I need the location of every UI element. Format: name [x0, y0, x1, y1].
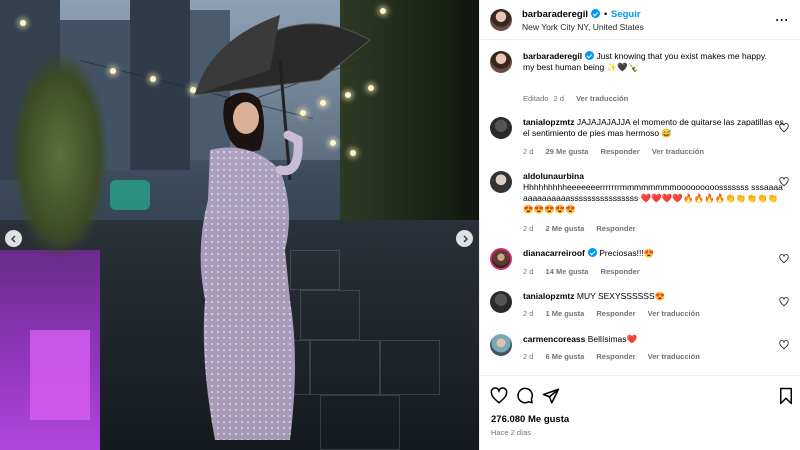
comment-time[interactable]: 2 d	[523, 267, 533, 276]
photo-planter	[30, 330, 90, 420]
photo-subject	[193, 15, 371, 440]
like-count[interactable]: 276.080 Me gusta	[491, 414, 569, 425]
comment-meta: 2 d 14 Me gusta Responder	[523, 267, 650, 276]
comment-body: dianacarreiroof Preciosas!!!😍	[523, 248, 785, 259]
caption-username[interactable]: barbaraderegil	[523, 51, 582, 61]
caption-time[interactable]: 2 d	[554, 94, 564, 103]
reply-button[interactable]: Responder	[601, 147, 640, 156]
avatar[interactable]	[490, 248, 512, 270]
comment-text: Bellísimas❤️	[587, 334, 638, 344]
reply-button[interactable]: Responder	[596, 309, 635, 318]
follow-button[interactable]: Seguir	[611, 9, 641, 20]
comment-likes[interactable]: 29 Me gusta	[546, 147, 589, 156]
photo-teal-light	[110, 180, 150, 210]
comment-body: aldolunaurbina Hhhhhhhhheeeeeeerrrrrrrmm…	[523, 171, 785, 215]
caption-meta: Editado 2 d Ver traducción	[523, 94, 638, 103]
comment-body: tanialopzmtz MUY SEXYSSSSSS😍	[523, 291, 785, 302]
heart-icon[interactable]	[490, 387, 508, 405]
heart-icon[interactable]	[779, 340, 789, 350]
more-icon[interactable]: ···	[776, 13, 790, 27]
comment-time[interactable]: 2 d	[523, 147, 533, 156]
avatar[interactable]	[490, 334, 512, 356]
comment-meta: 2 d 1 Me gusta Responder Ver traducción	[523, 309, 710, 318]
comment-username[interactable]: carmencoreass	[523, 334, 585, 344]
bookmark-icon[interactable]	[777, 387, 795, 405]
comment-icon[interactable]	[516, 387, 534, 405]
translate-link[interactable]: Ver traducción	[652, 147, 704, 156]
photo-light-bulb	[110, 68, 116, 74]
photo-light-bulb	[20, 20, 26, 26]
verified-icon	[591, 9, 600, 18]
comment-likes[interactable]: 14 Me gusta	[546, 267, 589, 276]
verified-icon	[587, 248, 597, 257]
comment-time[interactable]: 2 d	[523, 352, 533, 361]
comment-likes[interactable]: 2 Me gusta	[546, 224, 585, 233]
comment-body: tanialopzmtz JAJAJAJAJJA el momento de q…	[523, 117, 785, 139]
post-username[interactable]: barbaraderegil	[522, 9, 600, 20]
comment-meta: 2 d 6 Me gusta Responder Ver traducción	[523, 352, 710, 361]
heart-icon[interactable]	[779, 123, 789, 133]
separator-dot: •	[604, 9, 608, 20]
comment-time[interactable]: 2 d	[523, 224, 533, 233]
comment-text: Preciosas!!!😍	[599, 248, 655, 258]
comment-meta: 2 d 2 Me gusta Responder	[523, 224, 646, 233]
avatar[interactable]	[490, 171, 512, 193]
heart-icon[interactable]	[779, 177, 789, 187]
photo-tile	[380, 340, 440, 395]
reply-button[interactable]: Responder	[596, 352, 635, 361]
translate-link[interactable]: Ver traducción	[648, 309, 700, 318]
avatar[interactable]	[490, 117, 512, 139]
comment-text: Hhhhhhhhheeeeeeerrrrrrrmmmmmmmmooooooooo…	[523, 182, 783, 214]
comment-text: MUY SEXYSSSSSS😍	[576, 291, 666, 301]
comment-likes[interactable]: 6 Me gusta	[546, 352, 585, 361]
translate-link[interactable]: Ver traducción	[648, 352, 700, 361]
reply-button[interactable]: Responder	[601, 267, 640, 276]
heart-icon[interactable]	[779, 297, 789, 307]
comment-username[interactable]: dianacarreiroof	[523, 248, 585, 258]
comment-username[interactable]: tanialopzmtz	[523, 117, 574, 127]
edited-label: Editado	[523, 94, 549, 103]
post-panel: barbaraderegil • Seguir New York City NY…	[479, 0, 800, 450]
post-photo[interactable]	[0, 0, 479, 450]
heart-icon[interactable]	[779, 254, 789, 264]
share-icon[interactable]	[542, 387, 560, 405]
username-text[interactable]: barbaraderegil	[522, 9, 588, 20]
comment-username[interactable]: tanialopzmtz	[523, 291, 574, 301]
avatar[interactable]	[490, 9, 512, 31]
comment-username[interactable]: aldolunaurbina	[523, 171, 584, 181]
post-date: Hace 2 días	[491, 428, 532, 437]
post-actions: 276.080 Me gusta Hace 2 días	[480, 375, 800, 450]
photo-light-bulb	[380, 8, 386, 14]
verified-icon	[585, 51, 595, 60]
caption-text-line2: my best human being ✨🖤🍾	[523, 62, 639, 72]
chevron-left-icon[interactable]	[5, 230, 22, 247]
avatar[interactable]	[490, 291, 512, 313]
comments-list[interactable]: barbaraderegil Just knowing that you exi…	[480, 40, 800, 375]
comment-body: carmencoreass Bellísimas❤️	[523, 334, 785, 345]
translate-link[interactable]: Ver traducción	[576, 94, 628, 103]
caption-text-line1: Just knowing that you exist makes me hap…	[596, 51, 767, 61]
comment-likes[interactable]: 1 Me gusta	[546, 309, 585, 318]
avatar[interactable]	[490, 51, 512, 73]
location-link[interactable]: New York City NY, United States	[522, 22, 644, 32]
post-header: barbaraderegil • Seguir New York City NY…	[480, 0, 800, 40]
photo-tree	[10, 50, 110, 260]
chevron-right-icon[interactable]	[456, 230, 473, 247]
caption-body: barbaraderegil Just knowing that you exi…	[523, 51, 785, 73]
reply-button[interactable]: Responder	[596, 224, 635, 233]
comment-meta: 2 d 29 Me gusta Responder Ver traducción	[523, 147, 714, 156]
comment-time[interactable]: 2 d	[523, 309, 533, 318]
